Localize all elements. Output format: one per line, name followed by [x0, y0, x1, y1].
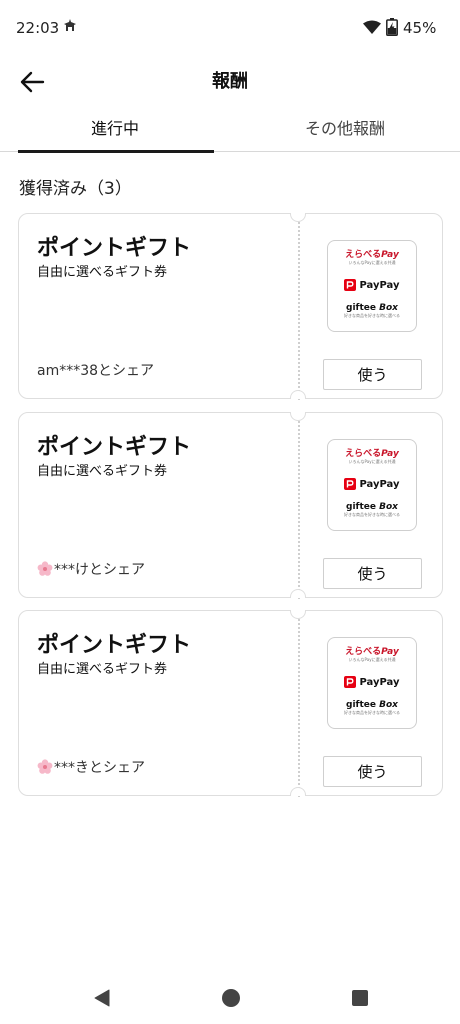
battery-charging-icon [386, 18, 398, 36]
giftee-tagline: 好きな商品を好きな時に選べる [344, 512, 400, 517]
giftee-box-logo: giftee Box 好きな商品を好きな時に選べる [328, 303, 416, 319]
erabel-pay: Pay [381, 449, 399, 459]
page-title: 報酬 [212, 71, 248, 92]
reward-card: ポイントギフト 自由に選べるギフト券 am***38とシェア えらべるPay い… [18, 213, 443, 400]
paypay-text: PayPay [359, 676, 400, 688]
erabel-tagline: いろんなPayに選える共通 [348, 260, 396, 265]
perforation-divider [298, 214, 300, 400]
use-button[interactable]: 使う [323, 558, 422, 589]
paypay-text: PayPay [359, 478, 400, 490]
section-heading: 獲得済み（3） [19, 179, 132, 199]
wifi-icon [363, 20, 381, 34]
ticket-notch [290, 787, 306, 796]
ticket-notch [290, 213, 306, 222]
share-text: ***きとシェア [54, 760, 145, 776]
cherry-blossom-icon [37, 759, 53, 774]
system-nav-bar [0, 976, 460, 1024]
giftee-tagline: 好きな商品を好きな時に選べる [344, 313, 400, 318]
paypay-icon [344, 676, 357, 688]
share-text: ***けとシェア [54, 562, 145, 578]
share-info: ***きとシェア [37, 757, 145, 777]
erabel-pay-logo: えらべるPay いろんなPayに選える共通 [328, 644, 416, 663]
reward-subtitle: 自由に選べるギフト券 [37, 662, 168, 677]
erabel-name: えらべる [345, 250, 382, 260]
share-info: ***けとシェア [37, 559, 145, 579]
erabel-name: えらべる [345, 449, 382, 459]
brand-logos: えらべるPay いろんなPayに選える共通 PayPay giftee Box … [327, 439, 417, 531]
brand-logos: えらべるPay いろんなPayに選える共通 PayPay giftee Box … [327, 637, 417, 729]
erabel-name: えらべる [345, 647, 382, 657]
status-bar: 22:03 45% [0, 0, 460, 56]
paypay-logo: PayPay [328, 279, 416, 291]
giftee-box-logo: giftee Box 好きな商品を好きな時に選べる [328, 700, 416, 716]
reward-card: ポイントギフト 自由に選べるギフト券 ***けとシェア えらべるPay いろんな… [18, 412, 443, 599]
status-app-icon [64, 19, 76, 31]
giftee-name: giftee [346, 303, 376, 313]
ticket-notch [290, 390, 306, 399]
ticket-notch [290, 412, 306, 421]
reward-subtitle: 自由に選べるギフト券 [37, 464, 168, 479]
tab-bar: 進行中 その他報酬 [0, 110, 460, 153]
nav-back-icon[interactable] [92, 988, 112, 1008]
battery-percent: 45% [403, 19, 437, 37]
paypay-icon [344, 478, 357, 490]
perforation-divider [298, 611, 300, 797]
giftee-name: giftee [346, 700, 376, 710]
use-button[interactable]: 使う [323, 359, 422, 390]
ticket-notch [290, 589, 306, 598]
paypay-logo: PayPay [328, 676, 416, 688]
erabel-pay-logo: えらべるPay いろんなPayに選える共通 [328, 247, 416, 266]
reward-card: ポイントギフト 自由に選べるギフト券 ***きとシェア えらべるPay いろんな… [18, 610, 443, 797]
reward-title: ポイントギフト [37, 435, 192, 460]
share-text: am***38とシェア [37, 363, 155, 379]
status-time: 22:03 [16, 19, 60, 37]
reward-subtitle: 自由に選べるギフト券 [37, 265, 168, 280]
paypay-icon [344, 279, 357, 291]
ticket-notch [290, 610, 306, 619]
nav-home-icon[interactable] [221, 988, 241, 1008]
giftee-box: Box [379, 303, 398, 313]
nav-recents-icon[interactable] [351, 989, 369, 1007]
tab-other-rewards[interactable]: その他報酬 [230, 110, 460, 152]
app-header: 報酬 [0, 56, 460, 108]
share-info: am***38とシェア [37, 360, 154, 380]
giftee-box: Box [379, 700, 398, 710]
erabel-tagline: いろんなPayに選える共通 [348, 657, 396, 662]
erabel-tagline: いろんなPayに選える共通 [348, 459, 396, 464]
giftee-box: Box [379, 502, 398, 512]
cherry-blossom-icon [37, 561, 53, 576]
giftee-tagline: 好きな商品を好きな時に選べる [344, 710, 400, 715]
reward-title: ポイントギフト [37, 633, 192, 658]
giftee-name: giftee [346, 502, 376, 512]
paypay-logo: PayPay [328, 478, 416, 490]
reward-title: ポイントギフト [37, 236, 192, 261]
tab-in-progress[interactable]: 進行中 [0, 110, 230, 153]
use-button[interactable]: 使う [323, 756, 422, 787]
brand-logos: えらべるPay いろんなPayに選える共通 PayPay giftee Box … [327, 240, 417, 332]
paypay-text: PayPay [359, 279, 400, 291]
erabel-pay-logo: えらべるPay いろんなPayに選える共通 [328, 446, 416, 465]
erabel-pay: Pay [381, 647, 399, 657]
perforation-divider [298, 413, 300, 599]
giftee-box-logo: giftee Box 好きな商品を好きな時に選べる [328, 502, 416, 518]
erabel-pay: Pay [381, 250, 399, 260]
